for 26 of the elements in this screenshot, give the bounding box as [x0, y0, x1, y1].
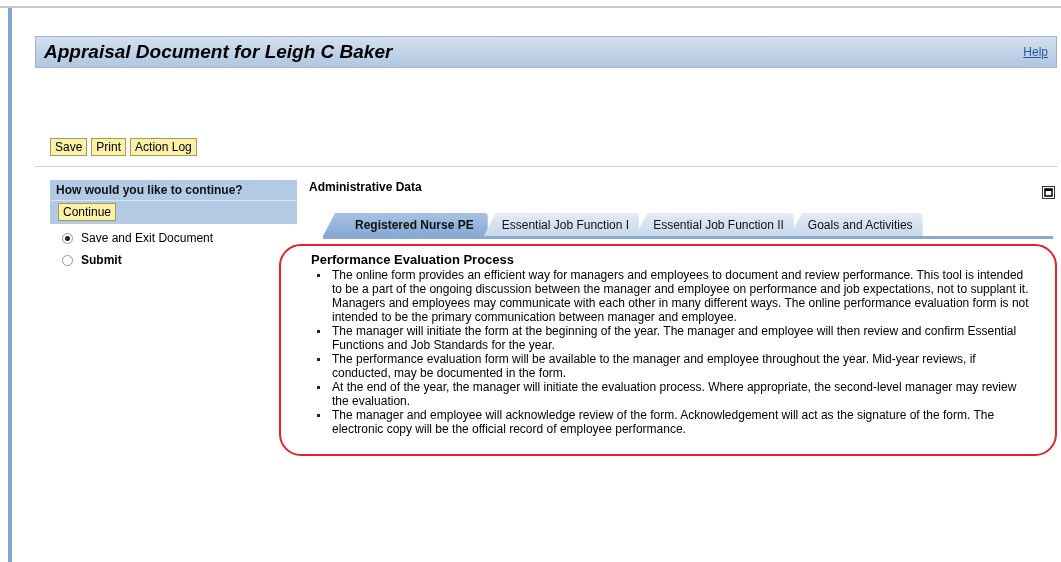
bullet-text: The performance evaluation form will be available to the manager and employee throughout the year. Mid-year reviews, if conducted, may be documented in the form.: [332, 352, 977, 380]
bullet-icon: [317, 358, 320, 361]
toolbar-button[interactable]: Print: [91, 138, 127, 156]
toolbar-button[interactable]: Save: [50, 138, 88, 156]
maximize-icon[interactable]: [1042, 186, 1055, 199]
bullet-icon: [317, 414, 320, 417]
panel-header: How would you like to continue?: [50, 180, 297, 200]
bullet-icon: [317, 330, 320, 333]
bullet-text: The manager will initiate the form at the beginning of the year. The manager and employee will then review and confirm Essential Functions and Job Standards for the year.: [332, 324, 1018, 352]
bullet-text: The manager and employee will acknowledge review of the form. Acknowledgement will act as the signature of the form. The electronic copy will be the official record of employee performance.: [332, 408, 996, 436]
option-label: Save and Exit Document: [81, 231, 214, 245]
section-title: Administrative Data: [309, 180, 422, 194]
tab[interactable]: Registered Nurse PE: [323, 213, 488, 236]
bullet-icon: [317, 274, 320, 277]
tab[interactable]: Essential Job Function I: [483, 213, 640, 236]
bullet-icon: [317, 386, 320, 389]
continue-button[interactable]: Continue: [58, 203, 117, 221]
option-label: Submit: [81, 253, 122, 267]
bullet-text: At the end of the year, the manager will initiate the evaluation process. Where appropriate, the second-level manager may review the evaluation.: [332, 380, 1018, 408]
bullet-text: The online form provides an efficient way for managers and employees to document and review performance. This tool is intended to be a part of the ongoing discussion between the manager and employee on performance and job expectations, not to supplant it. Managers and employees may communicate with each other in many different ways. The online performance evaluation form is not intended to be the primary communication between manager and employee.: [332, 268, 1030, 324]
help-link[interactable]: Help: [1023, 45, 1048, 59]
content-heading: Performance Evaluation Process: [311, 252, 516, 267]
toolbar-button[interactable]: Action Log: [130, 138, 197, 156]
page-title: Appraisal Document for Leigh C Baker: [44, 41, 393, 63]
radio-button[interactable]: [62, 254, 73, 266]
radio-button[interactable]: [62, 232, 73, 244]
